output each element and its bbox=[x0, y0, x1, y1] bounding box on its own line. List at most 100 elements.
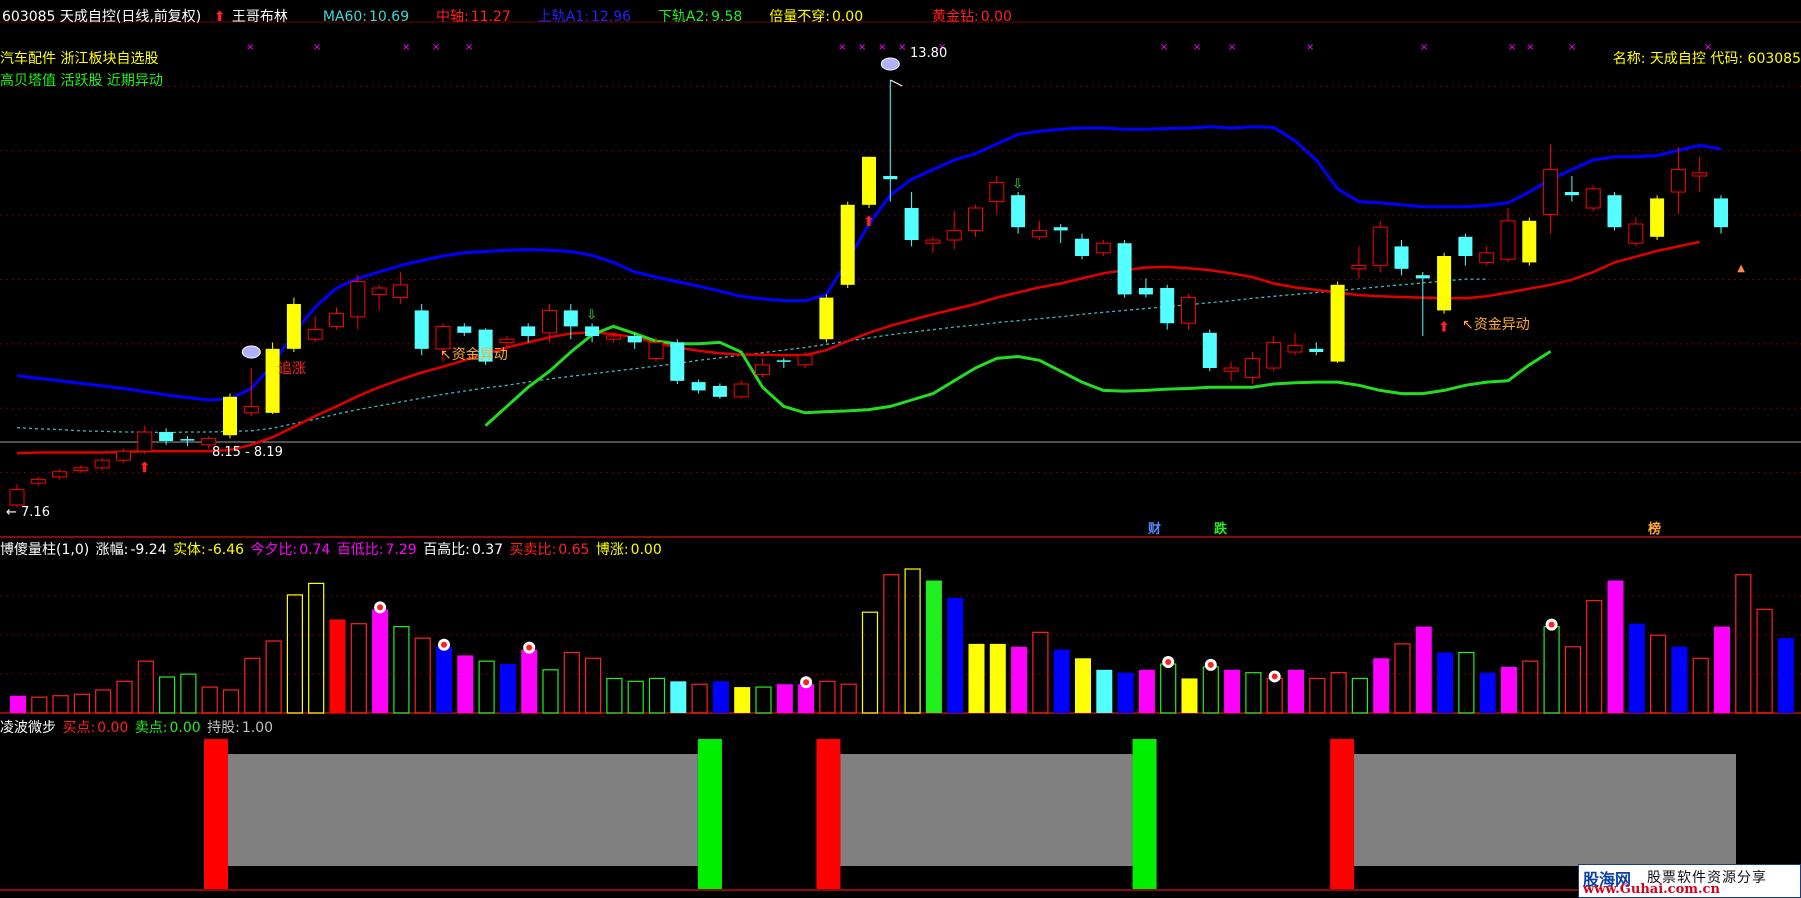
volume-bar bbox=[1735, 574, 1752, 714]
volume-bar bbox=[201, 686, 218, 714]
down-arrow-icon: ⇩ bbox=[1012, 177, 1023, 192]
magenta-marker: × bbox=[402, 42, 410, 53]
candle-body bbox=[457, 326, 472, 333]
candle-body bbox=[797, 354, 813, 366]
volume-bar bbox=[1373, 658, 1390, 713]
bang-marker: 榜 bbox=[1648, 522, 1662, 537]
magenta-marker: × bbox=[1228, 42, 1236, 53]
lower-value: 9.58 bbox=[711, 9, 743, 25]
magenta-marker: × bbox=[432, 42, 440, 53]
volume-bar bbox=[31, 696, 48, 714]
volume-bar bbox=[798, 684, 815, 713]
volume-bar bbox=[584, 657, 602, 714]
volume-bar bbox=[1075, 658, 1091, 713]
volume-bar bbox=[648, 677, 666, 714]
volume-bar bbox=[521, 649, 538, 713]
volume-bar bbox=[1756, 608, 1773, 714]
candle-body bbox=[776, 360, 791, 362]
ma60-label: MA60: bbox=[322, 9, 368, 25]
mid-value: 11.27 bbox=[470, 9, 511, 25]
upper-value: 12.96 bbox=[590, 9, 632, 25]
volume-bar bbox=[159, 676, 176, 714]
ma60-value: 10.69 bbox=[369, 9, 410, 25]
volume-bar bbox=[1543, 625, 1560, 714]
up-arrow-icon: ⬆ bbox=[1438, 320, 1450, 336]
candle-body bbox=[201, 437, 217, 446]
volume-bar bbox=[1138, 669, 1155, 713]
candle-body bbox=[585, 326, 600, 337]
upper-label: 上轨A1: bbox=[537, 9, 589, 25]
magenta-marker: × bbox=[1526, 42, 1534, 53]
candle-body bbox=[712, 385, 727, 397]
magenta-marker: × bbox=[1193, 42, 1201, 53]
volume-bar bbox=[1479, 672, 1496, 713]
tag-line-2: 高贝塔值 活跃股 近期异动 bbox=[0, 73, 163, 89]
volume-bar bbox=[308, 582, 325, 714]
alert-dot-center bbox=[1207, 661, 1214, 668]
candle-body bbox=[9, 489, 25, 506]
signal-bar-buy bbox=[1330, 739, 1355, 889]
alert-dot-center bbox=[1165, 659, 1172, 666]
candle-body bbox=[1244, 357, 1260, 379]
fund-move-label-1: ↖资金异动 bbox=[440, 347, 508, 363]
volume-bar bbox=[755, 686, 772, 714]
volume-bar bbox=[1309, 677, 1326, 714]
volume-bar bbox=[116, 680, 133, 714]
bgb-value: 0.37 bbox=[471, 542, 504, 558]
candle-body bbox=[989, 181, 1005, 203]
candle-body bbox=[307, 329, 323, 340]
up-arrow-icon: ⬆ bbox=[863, 214, 875, 230]
down-arrow-icon: ⇩ bbox=[586, 308, 597, 323]
candle-body bbox=[1458, 236, 1473, 257]
candle-body bbox=[605, 335, 621, 340]
candle-body bbox=[1202, 332, 1217, 369]
mmb-label: 买卖比: bbox=[509, 542, 557, 558]
candle-body bbox=[883, 176, 898, 180]
high-price-label: 13.80 bbox=[910, 46, 948, 61]
candle-body bbox=[1031, 229, 1047, 238]
volume-bar bbox=[776, 684, 793, 713]
vol-value: 0.00 bbox=[831, 9, 864, 25]
indicator-name: 王哥布林 bbox=[231, 9, 288, 25]
cai-marker: 财 bbox=[1148, 522, 1162, 537]
zhui-zhang-label: 追涨 bbox=[278, 361, 306, 377]
volume-bar bbox=[1692, 657, 1709, 714]
fund-move-text-1: 资金异动 bbox=[451, 347, 508, 363]
candle-body bbox=[542, 309, 557, 334]
die-marker: 跌 bbox=[1214, 522, 1228, 537]
volume-bar bbox=[137, 660, 154, 714]
triangle-icon: ▲ bbox=[1737, 263, 1745, 274]
gold-label: 黄金钻: bbox=[932, 9, 979, 25]
candle-body bbox=[1394, 246, 1409, 269]
alert-dot-center bbox=[1271, 673, 1278, 680]
candle-body bbox=[1670, 169, 1686, 193]
candle-body bbox=[180, 439, 195, 441]
low-price-label: ← 7.16 bbox=[6, 505, 50, 520]
volume-bar bbox=[1351, 677, 1369, 714]
candle-body bbox=[1415, 275, 1430, 279]
volume-bar bbox=[1415, 626, 1432, 713]
volume-bar bbox=[1394, 643, 1411, 714]
volume-bar bbox=[1096, 669, 1113, 713]
magenta-marker: × bbox=[878, 42, 886, 53]
bz-value: 0.00 bbox=[630, 542, 662, 558]
candle-body bbox=[1564, 192, 1579, 196]
volume-bar bbox=[372, 609, 389, 713]
candle-body bbox=[371, 287, 387, 295]
volume-bar bbox=[436, 646, 452, 713]
candle-body bbox=[116, 450, 131, 461]
up-arrow-icon: ⬆ bbox=[213, 9, 226, 25]
volume-bar bbox=[10, 695, 26, 713]
zf-label: 涨幅: bbox=[95, 542, 129, 558]
candle-body bbox=[350, 281, 366, 318]
volume-bar bbox=[1117, 672, 1134, 713]
volume-bar bbox=[393, 625, 410, 714]
volume-bar bbox=[1245, 672, 1262, 714]
magenta-marker: × bbox=[1568, 42, 1576, 53]
hold-region bbox=[224, 754, 698, 866]
candle-body bbox=[1309, 348, 1324, 353]
magenta-marker: × bbox=[465, 42, 473, 53]
vol-label: 倍量不穿: bbox=[769, 9, 830, 25]
candle-body bbox=[521, 326, 536, 337]
volume-bar bbox=[1181, 678, 1198, 713]
